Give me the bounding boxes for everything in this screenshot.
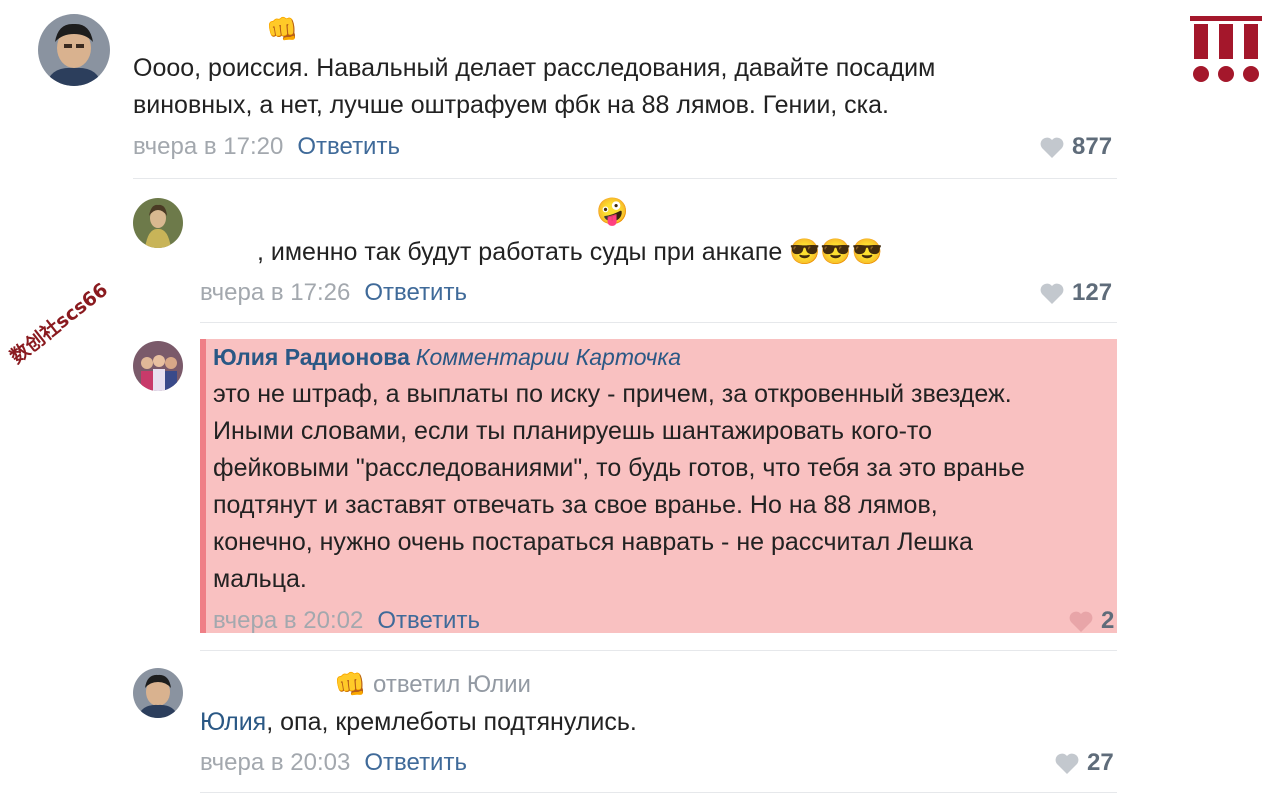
comment-meta: вчера в 17:20 Ответить (133, 133, 400, 161)
reply-button[interactable]: Ответить (364, 279, 467, 306)
comment-time[interactable]: вчера в 20:02 (213, 607, 363, 634)
comment-text: , опа, кремлеботы подтянулись. (266, 708, 637, 736)
like-count: 877 (1072, 133, 1113, 160)
divider (200, 650, 1117, 651)
reply-button[interactable]: Ответить (364, 749, 467, 776)
comment-time[interactable]: вчера в 17:20 (133, 133, 283, 160)
watermark-text: 数创社scs66 (6, 278, 113, 369)
comment-author[interactable]: Юлия Радионова (213, 344, 410, 370)
zany-face-emoji-icon: 🤪 (596, 196, 629, 226)
avatar[interactable] (38, 14, 110, 86)
reply-button[interactable]: Ответить (297, 133, 400, 160)
comment-text: фейковыми "расследованиями", то будь гот… (213, 454, 1025, 482)
comment-text-line: Юлия, опа, кремлеботы подтянулись. (200, 704, 637, 741)
comment-text: Иными словами, если ты планируешь шантаж… (213, 417, 933, 445)
comment-time[interactable]: вчера в 17:26 (200, 279, 350, 306)
comment-text: подтянут и заставят отвечать за свое вра… (213, 491, 938, 519)
heart-icon (1040, 283, 1064, 305)
divider (200, 792, 1117, 793)
heart-icon (1069, 611, 1093, 633)
like-count: 127 (1072, 279, 1113, 306)
comment-text: мальца. (213, 565, 307, 593)
avatar[interactable] (133, 668, 183, 718)
like-button[interactable]: 27 (1055, 749, 1114, 777)
like-button[interactable]: 2 (1069, 607, 1114, 635)
like-count: 2 (1101, 607, 1115, 634)
like-button[interactable]: 127 (1040, 279, 1112, 307)
comment-text: конечно, нужно очень постараться наврать… (213, 528, 973, 556)
comment-meta: вчера в 20:03 Ответить (200, 749, 467, 777)
avatar[interactable] (133, 341, 183, 391)
avatar[interactable] (133, 198, 183, 248)
heart-icon (1055, 753, 1079, 775)
like-button[interactable]: 877 (1040, 133, 1112, 161)
divider (200, 322, 1117, 323)
comment-meta: вчера в 20:02 Ответить (213, 607, 480, 635)
comment-text: Оооо, роиссия. Навальный делает расследо… (133, 54, 936, 82)
comment-text: , именно так будут работать суды при анк… (257, 238, 883, 266)
comment-text: это не штраф, а выплаты по иску - причем… (213, 380, 1012, 408)
comment-time[interactable]: вчера в 20:03 (200, 749, 350, 776)
like-count: 27 (1087, 749, 1114, 776)
comment-group[interactable]: Комментарии Карточка (416, 344, 681, 370)
replied-to[interactable]: ответил Юлии (373, 671, 531, 699)
fist-emoji-icon: 👊 (266, 14, 299, 44)
exclamation-logo-icon (1190, 16, 1262, 89)
heart-icon (1040, 137, 1064, 159)
comment-author-line: Юлия Радионова Комментарии Карточка (213, 339, 681, 376)
mention-link[interactable]: Юлия (200, 708, 266, 736)
divider (133, 178, 1117, 179)
fist-emoji-icon: 👊 (334, 669, 367, 699)
comment-text: виновных, а нет, лучше оштрафуем фбк на … (133, 91, 890, 119)
comment-meta: вчера в 17:26 Ответить (200, 279, 467, 307)
reply-button[interactable]: Ответить (377, 607, 480, 634)
